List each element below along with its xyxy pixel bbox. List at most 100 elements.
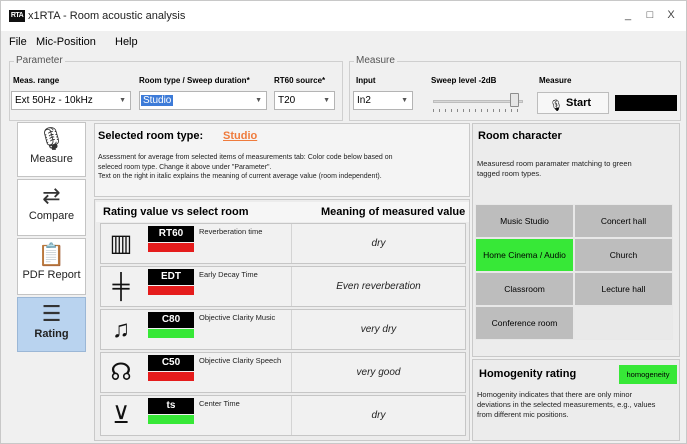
room-character-title: Room character: [478, 130, 562, 142]
room-cell-concert-hall: Concert hall: [574, 204, 673, 238]
rating-row-ts: ⊻ ts Center Time dry: [100, 395, 466, 436]
sweep-level-label: Sweep level -2dB: [431, 76, 497, 85]
compare-icon: ⇄: [42, 183, 61, 208]
metric-meaning: very good: [291, 353, 465, 392]
homogenity-desc-line: from different mic positions.: [477, 410, 569, 419]
room-character-description: Measuresd room paramater matching to gre…: [477, 159, 667, 179]
room-type-select[interactable]: Studio ▼: [139, 91, 267, 110]
metric-description: Objective Clarity Speech: [199, 356, 282, 365]
room-type-grid: Music Studio Concert hall Home Cinema / …: [475, 204, 673, 340]
menu-help[interactable]: Help: [115, 36, 138, 48]
music-note-icon: ♫: [112, 316, 130, 343]
room-cell-church: Church: [574, 238, 673, 272]
assessment-line: Assessment for average from selected ite…: [98, 154, 393, 161]
room-character-desc-line: Measuresd room paramater matching to gre…: [477, 159, 632, 168]
input-value: In2: [357, 95, 371, 106]
selected-room-value[interactable]: Studio: [223, 130, 257, 142]
homogenity-description: Homogenity indicates that there are only…: [477, 390, 677, 420]
metric-badge: C80: [148, 312, 194, 328]
early-decay-icon: ╪: [112, 273, 130, 300]
metric-description: Objective Clarity Music: [199, 313, 276, 322]
tab-pdf-report-label: PDF Report: [22, 269, 81, 281]
metric-description: Reverberation time: [199, 227, 263, 236]
meas-range-value: Ext 50Hz - 10kHz: [15, 95, 93, 106]
assessment-line: Text on the right in italic explains the…: [98, 173, 382, 180]
reverberation-icon: ▥: [109, 230, 133, 257]
room-type-label: Room type / Sweep duration*: [139, 76, 250, 85]
room-cell-lecture-hall: Lecture hall: [574, 272, 673, 306]
rt60-source-value: T20: [278, 95, 296, 106]
close-button[interactable]: X: [663, 7, 679, 23]
rating-header-right: Meaning of measured value: [321, 206, 466, 218]
metric-badge: RT60: [148, 226, 194, 242]
microphone-icon: 🎙: [37, 126, 66, 151]
speech-icon: ☊: [110, 359, 132, 386]
rating-row-c80: ♫ C80 Objective Clarity Music very dry: [100, 309, 466, 350]
chevron-down-icon: ▼: [119, 97, 126, 104]
metric-description: Early Decay Time: [199, 270, 258, 279]
maximize-button[interactable]: □: [642, 7, 658, 23]
app-window: RTA x1RTA - Room acoustic analysis _ □ X…: [0, 0, 687, 444]
app-logo-icon: RTA: [9, 10, 25, 22]
level-indicator: [615, 95, 677, 111]
menu-mic-position[interactable]: Mic-Position: [36, 36, 96, 48]
chevron-down-icon: ▼: [323, 97, 330, 104]
homogeneity-badge: homogeneity: [619, 365, 677, 384]
metric-meaning: dry: [291, 396, 465, 435]
rating-header-left: Rating value vs select room: [103, 206, 249, 218]
selected-room-title: Selected room type:: [98, 130, 204, 142]
sweep-level-slider-handle[interactable]: [510, 93, 519, 107]
tab-measure[interactable]: 🎙 Measure: [17, 122, 86, 177]
measure-group-title: Measure: [354, 55, 397, 66]
window-title: x1RTA - Room acoustic analysis: [28, 10, 186, 22]
start-button[interactable]: 🎙 Start: [537, 92, 609, 114]
tab-compare[interactable]: ⇄ Compare: [17, 179, 86, 236]
tab-measure-label: Measure: [30, 153, 73, 165]
rating-list-icon: ☰: [41, 301, 62, 326]
status-bar: [148, 329, 194, 338]
input-select[interactable]: In2 ▼: [353, 91, 413, 110]
room-cell-music-studio: Music Studio: [475, 204, 574, 238]
assessment-line: seleced room type. Change it above under…: [98, 163, 272, 171]
clipboard-icon: 📋: [37, 242, 66, 267]
rt60-source-select[interactable]: T20 ▼: [274, 91, 335, 110]
parameter-group-title: Parameter: [14, 55, 65, 66]
input-label: Input: [356, 76, 376, 85]
homogenity-desc-line: deviations in the selected measurements,…: [477, 400, 656, 409]
rating-row-rt60: ▥ RT60 Reverberation time dry: [100, 223, 466, 264]
metric-badge: EDT: [148, 269, 194, 285]
room-type-value: Studio: [141, 95, 174, 106]
room-cell-empty: [574, 306, 673, 340]
rating-row-edt: ╪ EDT Early Decay Time Even reverberatio…: [100, 266, 466, 307]
start-button-label: Start: [566, 97, 592, 109]
metric-badge: ts: [148, 398, 194, 414]
assessment-text: Assessment for average from selected ite…: [98, 153, 460, 182]
tab-pdf-report[interactable]: 📋 PDF Report: [17, 238, 86, 295]
slider-tick-marks: [433, 109, 523, 112]
status-bar: [148, 415, 194, 424]
chevron-down-icon: ▼: [255, 97, 262, 104]
tab-compare-label: Compare: [28, 210, 75, 222]
minimize-button[interactable]: _: [620, 7, 636, 23]
rating-row-c50: ☊ C50 Objective Clarity Speech very good: [100, 352, 466, 393]
room-character-desc-line: tagged room types.: [477, 169, 542, 178]
tab-rating[interactable]: ☰ Rating: [17, 297, 86, 352]
metric-meaning: dry: [291, 224, 465, 263]
menu-file[interactable]: File: [9, 36, 27, 48]
metric-description: Center Time: [199, 399, 240, 408]
room-cell-home-cinema: Home Cinema / Audio: [475, 238, 574, 272]
title-bar: RTA x1RTA - Room acoustic analysis _ □ X: [1, 1, 686, 31]
microphone-icon: 🎙: [549, 100, 563, 112]
metric-badge: C50: [148, 355, 194, 371]
meas-range-select[interactable]: Ext 50Hz - 10kHz ▼: [11, 91, 131, 110]
rt60-source-label: RT60 source*: [274, 76, 326, 85]
status-bar: [148, 243, 194, 252]
center-time-icon: ⊻: [112, 402, 130, 429]
homogenity-desc-line: Homogenity indicates that there are only…: [477, 390, 633, 399]
room-cell-conference-room: Conference room: [475, 306, 574, 340]
metric-meaning: Even reverberation: [291, 267, 465, 306]
homogenity-title: Homogenity rating: [479, 368, 577, 380]
metric-meaning: very dry: [291, 310, 465, 349]
status-bar: [148, 286, 194, 295]
room-cell-classroom: Classroom: [475, 272, 574, 306]
